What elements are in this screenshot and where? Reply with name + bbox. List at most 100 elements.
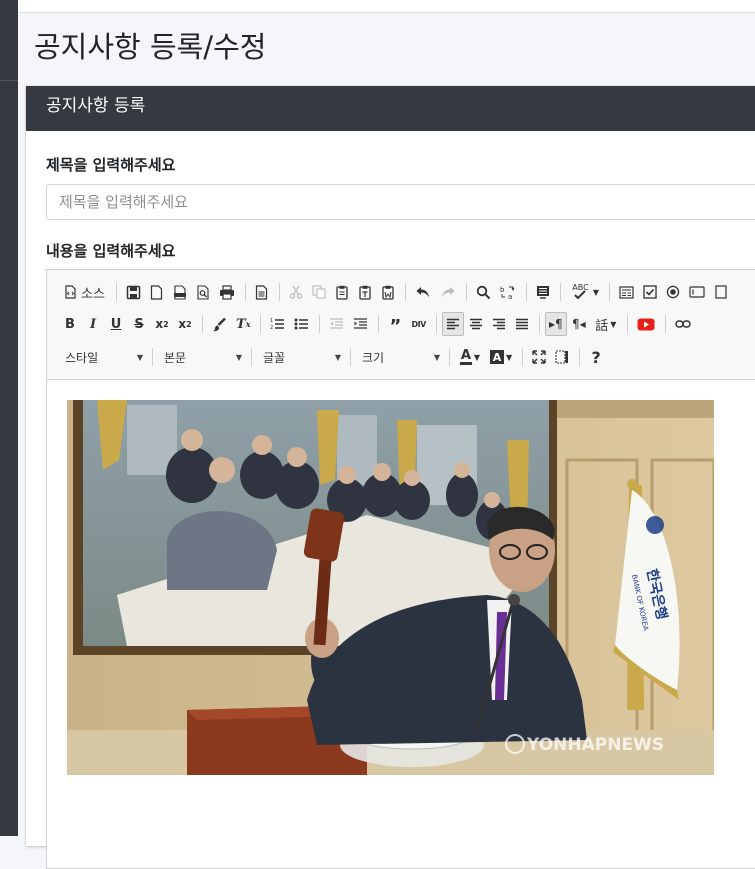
new-page-button[interactable] [146,280,168,304]
print-button[interactable] [215,280,239,304]
search-icon [476,285,491,299]
align-right-button[interactable] [488,312,510,336]
maximize-button[interactable] [528,345,550,369]
text-color-button[interactable]: A ▼ [455,345,485,369]
paintbrush-icon [213,317,226,331]
text-color-icon: A [459,347,472,365]
redo-button[interactable] [436,280,460,304]
editor-content-area[interactable]: 한국은행 BANK OF KOREA YONHAPNEWS [47,380,755,868]
styles-combo[interactable]: 스타일 ▼ [59,346,147,368]
format-combo[interactable]: 본문 ▼ [158,346,246,368]
paste-word-button[interactable] [377,280,399,304]
form-icon [619,285,634,299]
spellcheck-label: ABC [572,282,589,292]
toolbar-separator [319,315,321,333]
preview-button[interactable] [192,280,214,304]
toolbar-row-1: 소스 ba ABC ▼ [59,280,733,304]
font-combo-label: 글꼴 [263,350,286,365]
find-button[interactable] [472,280,495,304]
spellcheck-button[interactable]: ABC ▼ [566,280,603,304]
superscript-button[interactable]: x2 [174,312,196,336]
copy-button[interactable] [308,280,330,304]
textarea-button[interactable] [710,280,732,304]
chevron-down-icon: ▼ [334,352,341,362]
italic-button[interactable]: I [82,312,104,336]
background-color-button[interactable]: A ▼ [486,345,516,369]
card-header: 공지사항 등록 [26,86,755,131]
source-button[interactable]: 소스 [59,280,110,304]
undo-icon [416,287,429,298]
toolbar-separator [202,315,203,333]
preview-icon [197,284,209,300]
remove-format-button[interactable]: Tx [232,312,254,336]
save-button[interactable] [122,280,145,304]
chevron-down-icon: ▼ [473,352,481,362]
align-left-button[interactable] [441,312,464,336]
align-center-button[interactable] [465,312,487,336]
svg-text:a: a [508,293,512,300]
language-button[interactable]: 話 ▼ [591,312,621,336]
toolbar-separator [449,348,450,366]
toolbar-separator [626,315,628,333]
outdent-icon [330,318,344,329]
outdent-button[interactable] [325,312,348,336]
template-icon [256,284,268,300]
text-direction-rtl-button[interactable]: ¶◂ [568,312,590,336]
bulleted-list-button[interactable] [290,312,313,336]
youtube-button[interactable] [633,312,659,336]
font-size-combo[interactable]: 크기 ▼ [356,346,444,368]
radio-icon [666,285,680,299]
create-div-label: DIV [411,319,426,329]
paste-text-button[interactable] [354,280,376,304]
help-button[interactable]: ? [585,345,607,369]
font-size-combo-label: 크기 [362,350,385,365]
bold-button[interactable]: B [59,312,81,336]
show-blocks-button[interactable] [551,345,573,369]
chevron-down-icon: ▼ [433,352,440,362]
font-combo[interactable]: 글꼴 ▼ [257,346,345,368]
cut-button[interactable] [285,280,307,304]
rich-text-editor: 소스 ba ABC ▼ B I U S x 2 x 2 T x 1 2 ” DI… [46,269,755,869]
checkbox-button[interactable] [639,280,661,304]
paste-icon [336,285,348,300]
toolbar-separator [260,315,262,333]
toolbar-separator [278,283,280,301]
toolbar-separator [579,348,581,366]
create-div-button[interactable]: DIV [407,312,429,336]
toolbar-separator [465,283,467,301]
undo-button[interactable] [411,280,435,304]
scissors-icon [289,285,303,299]
new-page-icon [151,284,163,300]
blockquote-button[interactable]: ” [384,312,406,337]
toolbar-separator [435,315,437,333]
title-input[interactable] [46,184,755,220]
pdf-icon [173,284,186,300]
paste-button[interactable] [331,280,353,304]
text-field-button[interactable] [685,280,709,304]
print-icon [219,284,234,300]
ltr-icon: ▸¶ [548,317,563,331]
radio-button[interactable] [662,280,684,304]
justify-button[interactable] [511,312,533,336]
replace-icon: ba [500,286,515,300]
toolbar-row-2: B I U S x2 x2 Tx 12 ” DIV ▸¶ ¶◂ 話 ▼ [59,312,696,337]
text-direction-ltr-button[interactable]: ▸¶ [544,312,567,336]
form-button[interactable] [615,280,638,304]
export-pdf-button[interactable] [169,280,191,304]
toolbar-separator [244,283,246,301]
strikethrough-button[interactable]: S [128,312,150,336]
link-button[interactable] [671,312,695,336]
replace-button[interactable]: ba [496,280,520,304]
toolbar-separator [538,315,540,333]
select-all-button[interactable] [532,280,554,304]
toolbar-separator [664,315,666,333]
templates-button[interactable] [251,280,273,304]
subscript-button[interactable]: x2 [151,312,173,336]
numbered-list-button[interactable]: 12 [266,312,289,336]
copy-format-button[interactable] [208,312,231,336]
paste-text-icon [359,285,371,300]
underline-button[interactable]: U [105,312,127,336]
redo-icon [441,287,455,298]
chevron-down-icon: ▼ [506,352,513,362]
indent-button[interactable] [349,312,372,336]
